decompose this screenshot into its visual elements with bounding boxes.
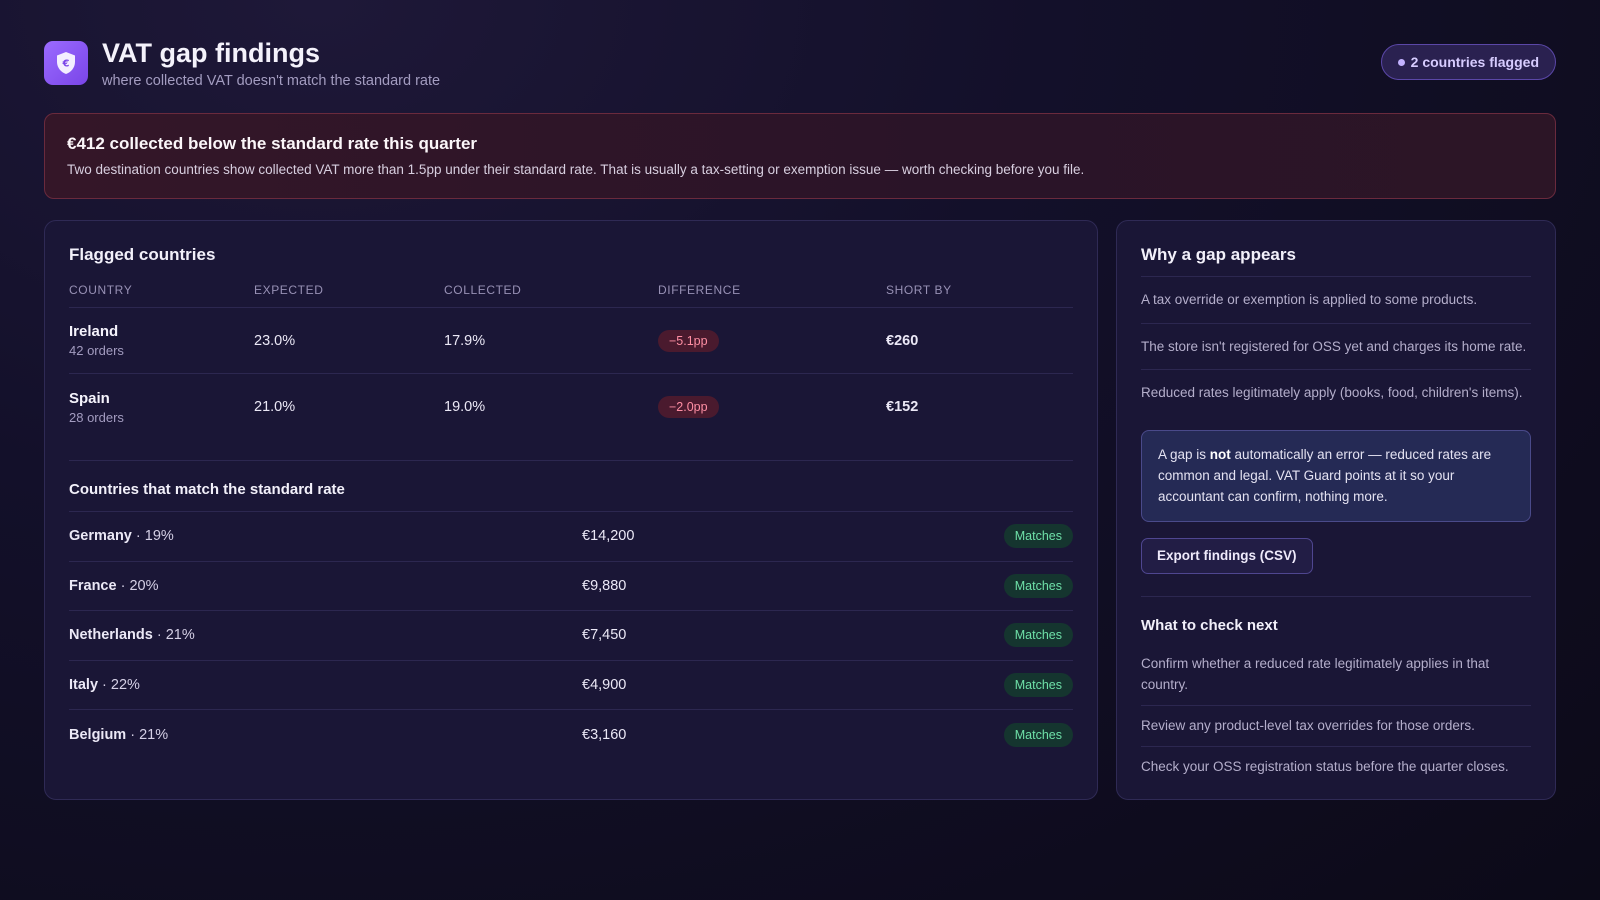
status-badge: Matches xyxy=(1003,672,1073,697)
flagged-title: Flagged countries xyxy=(69,245,216,264)
country-name: Italy xyxy=(69,676,99,693)
list-item[interactable]: France · 20% €9,880 Matches xyxy=(69,562,1073,611)
country-name: Germany xyxy=(69,528,132,545)
country-rate: · 19% xyxy=(131,528,174,545)
countries-flagged-badge: 2 countries flagged xyxy=(1380,44,1556,80)
countries-flagged-label: 2 countries flagged xyxy=(1410,54,1539,70)
country-rate: · 22% xyxy=(98,676,140,693)
reasons-list: A tax override or exemption is applied t… xyxy=(1141,276,1531,416)
info-note: A gap is not automatically an error — re… xyxy=(1141,429,1531,523)
col-collected: COLLECTED xyxy=(444,283,522,297)
list-item[interactable]: Belgium · 21% €3,160 Matches xyxy=(69,710,1073,760)
country-rate: · 21% xyxy=(126,726,169,743)
collected-amount: €14,200 xyxy=(582,528,635,545)
flagged-countries-card: Flagged countries COUNTRY EXPECTED COLLE… xyxy=(44,220,1098,800)
reason-item: A tax override or exemption is applied t… xyxy=(1141,276,1531,323)
collected-amount: €4,900 xyxy=(582,676,627,693)
col-country: COUNTRY xyxy=(69,283,133,297)
order-count: 28 orders xyxy=(69,409,124,425)
collected-amount: €7,450 xyxy=(582,627,627,644)
shield-euro-icon: € xyxy=(44,41,88,85)
next-steps-title: What to check next xyxy=(1141,617,1278,635)
status-badge: Matches xyxy=(1003,524,1073,549)
export-findings-button[interactable]: Export findings (CSV) xyxy=(1141,538,1313,575)
country-name: Belgium xyxy=(69,726,127,743)
next-steps-list: Confirm whether a reduced rate legitimat… xyxy=(1141,644,1531,787)
col-expected: EXPECTED xyxy=(254,283,324,297)
short-by-amount: €260 xyxy=(886,332,919,349)
difference-badge: −2.0pp xyxy=(658,396,719,418)
note-prefix: A gap is xyxy=(1158,446,1210,462)
list-item[interactable]: Netherlands · 21% €7,450 Matches xyxy=(69,611,1073,661)
country-name: Netherlands xyxy=(69,627,153,644)
country-name: Ireland xyxy=(69,323,119,340)
collected-amount: €9,880 xyxy=(582,577,627,594)
shortfall-alert: €412 collected below the standard rate t… xyxy=(44,113,1556,199)
reason-item: The store isn't registered for OSS yet a… xyxy=(1141,322,1531,370)
expected-rate: 21.0% xyxy=(254,399,296,415)
section-divider xyxy=(69,460,1073,461)
difference-badge: −5.1pp xyxy=(658,329,719,352)
flagged-table-body: Ireland 42 orders 23.0% 17.9% −5.1pp €26… xyxy=(69,308,1073,440)
table-row[interactable]: Spain 28 orders 21.0% 19.0% −2.0pp €152 xyxy=(69,374,1073,440)
collected-rate: 19.0% xyxy=(444,399,486,415)
short-by-amount: €152 xyxy=(886,399,919,415)
svg-text:€: € xyxy=(62,59,70,70)
page-title: VAT gap findings xyxy=(102,38,320,68)
check-item: Check your OSS registration status befor… xyxy=(1141,759,1509,775)
reason-item: Reduced rates legitimately apply (books,… xyxy=(1141,369,1531,416)
explanation-card: Why a gap appears A tax override or exem… xyxy=(1116,220,1556,800)
note-emphasis: not xyxy=(1209,446,1231,462)
page-header: € VAT gap findings where collected VAT d… xyxy=(44,38,1556,92)
section-divider xyxy=(1141,596,1531,598)
check-item: Confirm whether a reduced rate legitimat… xyxy=(1141,644,1531,706)
matching-list: Germany · 19% €14,200 Matches France · 2… xyxy=(69,512,1073,760)
collected-amount: €3,160 xyxy=(582,726,627,743)
status-badge: Matches xyxy=(1003,573,1073,598)
table-row[interactable]: Ireland 42 orders 23.0% 17.9% −5.1pp €26… xyxy=(69,308,1073,374)
country-name: Spain xyxy=(69,389,110,407)
matching-title: Countries that match the standard rate xyxy=(69,481,1073,512)
col-difference: DIFFERENCE xyxy=(658,283,741,297)
country-rate: · 20% xyxy=(116,577,159,594)
expected-rate: 23.0% xyxy=(254,332,296,349)
col-short-by: SHORT BY xyxy=(886,283,952,297)
list-item[interactable]: Italy · 22% €4,900 Matches xyxy=(69,661,1073,710)
country-rate: · 21% xyxy=(152,627,195,644)
list-item[interactable]: Germany · 19% €14,200 Matches xyxy=(69,512,1073,562)
side-title: Why a gap appears xyxy=(1141,245,1296,264)
check-item: Review any product-level tax overrides f… xyxy=(1141,706,1531,748)
collected-rate: 17.9% xyxy=(444,332,486,349)
order-count: 42 orders xyxy=(69,343,124,358)
country-name: France xyxy=(69,577,117,594)
alert-text: Two destination countries show collected… xyxy=(67,162,1085,177)
flagged-table-header: COUNTRY EXPECTED COLLECTED DIFFERENCE SH… xyxy=(69,283,1073,308)
alert-title: €412 collected below the standard rate t… xyxy=(67,134,478,153)
status-badge: Matches xyxy=(1003,722,1073,747)
page-subtitle: where collected VAT doesn't match the st… xyxy=(102,73,441,89)
status-badge: Matches xyxy=(1003,623,1073,648)
dot-icon xyxy=(1397,58,1405,66)
